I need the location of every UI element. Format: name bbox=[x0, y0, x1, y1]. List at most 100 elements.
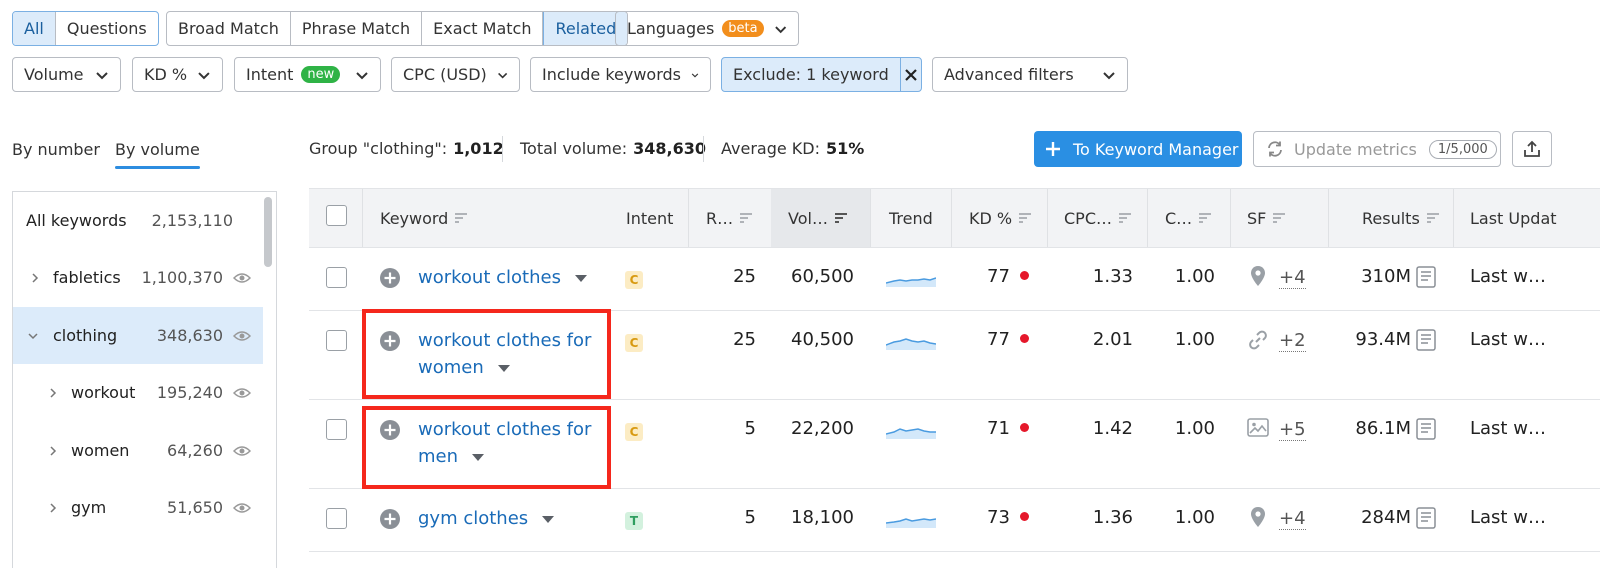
table-header: Keyword Intent R… Vol… Trend KD % CPC… C… bbox=[309, 188, 1600, 248]
keyword-link[interactable]: gym clothes bbox=[418, 505, 554, 532]
chevron-down-icon bbox=[1103, 71, 1115, 79]
serp-snapshot-icon[interactable] bbox=[1416, 266, 1436, 288]
eye-icon[interactable] bbox=[233, 445, 251, 457]
tab-all[interactable]: All bbox=[13, 12, 56, 45]
to-keyword-manager-button[interactable]: To Keyword Manager bbox=[1034, 131, 1242, 167]
results-value: 86.1M bbox=[1355, 418, 1411, 439]
results-r-value: 5 bbox=[744, 418, 756, 439]
serp-features-more[interactable]: +2 bbox=[1279, 331, 1306, 352]
chevron-right-icon[interactable] bbox=[30, 272, 40, 283]
eye-icon[interactable] bbox=[233, 502, 251, 514]
cpc-filter-dropdown[interactable]: CPC (USD) bbox=[391, 57, 520, 92]
caret-down-icon[interactable] bbox=[541, 516, 554, 524]
tab-questions[interactable]: Questions bbox=[56, 12, 158, 45]
intent-filter-dropdown[interactable]: Intent new bbox=[234, 57, 381, 92]
sidebar-item-gym[interactable]: gym 51,650 bbox=[13, 479, 263, 536]
add-keyword-icon[interactable] bbox=[379, 267, 401, 289]
export-button[interactable] bbox=[1512, 131, 1552, 167]
column-competition[interactable]: C… bbox=[1165, 189, 1212, 247]
update-metrics-button[interactable]: Update metrics 1/5,000 bbox=[1253, 131, 1501, 167]
row-checkbox[interactable] bbox=[326, 330, 347, 351]
tab-by-number[interactable]: By number bbox=[12, 140, 100, 159]
tab-exact-match[interactable]: Exact Match bbox=[422, 12, 544, 45]
sort-icon[interactable] bbox=[1018, 212, 1032, 224]
sort-desc-icon[interactable] bbox=[834, 212, 848, 224]
keyword-link[interactable]: workout clothes bbox=[418, 264, 587, 291]
last-update-value: Last w… bbox=[1470, 507, 1546, 528]
row-checkbox[interactable] bbox=[326, 508, 347, 529]
column-serp-features-label: SF bbox=[1247, 208, 1267, 228]
sort-icon[interactable] bbox=[1272, 212, 1286, 224]
divider bbox=[1047, 189, 1048, 247]
tab-by-volume[interactable]: By volume bbox=[115, 140, 200, 169]
chevron-right-icon[interactable] bbox=[48, 387, 58, 398]
divider bbox=[362, 189, 363, 247]
eye-icon[interactable] bbox=[233, 387, 251, 399]
column-kd[interactable]: KD % bbox=[969, 189, 1032, 247]
exclude-filter-label[interactable]: Exclude: 1 keyword bbox=[722, 58, 901, 91]
serp-features-more[interactable]: +5 bbox=[1279, 420, 1306, 441]
sidebar-item-clothing[interactable]: clothing 348,630 bbox=[13, 307, 263, 364]
intent-filter-label: Intent bbox=[246, 65, 294, 84]
sidebar-item-fabletics[interactable]: fabletics 1,100,370 bbox=[13, 249, 263, 306]
kd-value: 71 bbox=[987, 418, 1010, 439]
sidebar-item-women[interactable]: women 64,260 bbox=[13, 422, 263, 479]
kd-difficulty-dot bbox=[1019, 422, 1029, 432]
sidebar-item-all-keywords[interactable]: All keywords 2,153,110 bbox=[13, 192, 263, 249]
chevron-right-icon[interactable] bbox=[48, 502, 58, 513]
languages-dropdown[interactable]: Languages beta bbox=[615, 11, 799, 46]
last-update-value: Last w… bbox=[1470, 418, 1546, 439]
serp-snapshot-icon[interactable] bbox=[1416, 418, 1436, 440]
location-pin-icon bbox=[1251, 266, 1265, 286]
column-last-update[interactable]: Last Updat bbox=[1470, 189, 1557, 247]
column-cpc[interactable]: CPC… bbox=[1064, 189, 1132, 247]
sidebar-scrollbar[interactable] bbox=[264, 197, 272, 267]
column-volume[interactable]: Vol… bbox=[771, 189, 870, 247]
chevron-down-icon[interactable] bbox=[28, 331, 38, 341]
trend-sparkline bbox=[886, 428, 936, 439]
eye-icon[interactable] bbox=[233, 330, 251, 342]
sort-icon[interactable] bbox=[454, 212, 468, 224]
sort-icon[interactable] bbox=[1198, 212, 1212, 224]
select-all-checkbox[interactable] bbox=[326, 205, 347, 226]
column-serp-features[interactable]: SF bbox=[1247, 189, 1286, 247]
eye-icon[interactable] bbox=[233, 272, 251, 284]
results-r-value: 25 bbox=[733, 329, 756, 350]
total-volume-value: 348,630 bbox=[633, 139, 706, 158]
chevron-down-icon bbox=[691, 72, 699, 78]
tab-broad-match[interactable]: Broad Match bbox=[167, 12, 291, 45]
sidebar-item-workout[interactable]: workout 195,240 bbox=[13, 364, 263, 421]
column-keyword[interactable]: Keyword bbox=[380, 189, 468, 247]
column-results-r[interactable]: R… bbox=[706, 189, 753, 247]
add-keyword-icon[interactable] bbox=[379, 508, 401, 530]
beta-badge: beta bbox=[722, 20, 764, 37]
row-checkbox[interactable] bbox=[326, 267, 347, 288]
sort-icon[interactable] bbox=[1118, 212, 1132, 224]
column-cpc-label: CPC… bbox=[1064, 208, 1112, 228]
results-value: 284M bbox=[1361, 507, 1411, 528]
serp-features-more[interactable]: +4 bbox=[1279, 509, 1306, 530]
serp-snapshot-icon[interactable] bbox=[1416, 507, 1436, 529]
advanced-filters-dropdown[interactable]: Advanced filters bbox=[932, 57, 1128, 92]
sort-icon[interactable] bbox=[1426, 212, 1440, 224]
serp-features-more[interactable]: +4 bbox=[1279, 268, 1306, 289]
caret-down-icon[interactable] bbox=[574, 275, 587, 283]
intent-badge: C bbox=[625, 334, 643, 352]
kd-filter-dropdown[interactable]: KD % bbox=[132, 57, 223, 92]
tab-phrase-match[interactable]: Phrase Match bbox=[291, 12, 423, 45]
sidebar-item-label: women bbox=[71, 441, 130, 460]
volume-filter-dropdown[interactable]: Volume bbox=[12, 57, 121, 92]
column-results[interactable]: Results bbox=[1362, 189, 1440, 247]
include-keywords-dropdown[interactable]: Include keywords bbox=[530, 57, 711, 92]
chevron-right-icon[interactable] bbox=[48, 445, 58, 456]
sidebar-item-count: 64,260 bbox=[167, 441, 223, 460]
close-icon[interactable] bbox=[901, 58, 921, 91]
sort-icon[interactable] bbox=[739, 212, 753, 224]
row-checkbox[interactable] bbox=[326, 419, 347, 440]
kd-value: 77 bbox=[987, 329, 1010, 350]
kd-value: 73 bbox=[987, 507, 1010, 528]
kd-difficulty-dot bbox=[1019, 270, 1029, 280]
divider bbox=[870, 189, 871, 247]
serp-snapshot-icon[interactable] bbox=[1416, 329, 1436, 351]
divider bbox=[688, 189, 689, 247]
